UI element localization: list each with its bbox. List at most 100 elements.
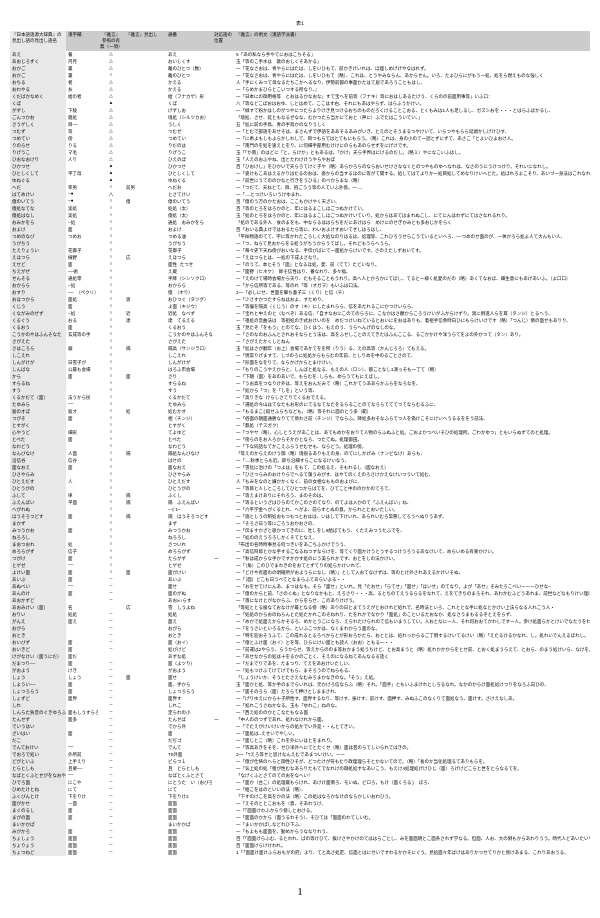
cell: 外所前 (66, 751, 98, 758)
cell: 「処のである外人 食のまをも、中ならるははらちをだにあけはら めけにのせぎかみと… (234, 219, 590, 226)
cell: ― (98, 702, 124, 709)
table-row: おかご裏○離のひとつ一「花なさおは、青やらにはたは、しをいひもて（略）、これは、… (10, 72, 590, 79)
cell: ○ (98, 275, 124, 282)
cell: ― (98, 814, 124, 821)
cell (124, 639, 166, 646)
cell (124, 436, 166, 443)
cell: ○ (98, 338, 124, 345)
cell: みつうかお (10, 527, 66, 534)
cell: だこ (10, 737, 66, 744)
cell: ○ (98, 548, 124, 555)
cell: まがの面 (10, 814, 66, 821)
cell: 実処 (66, 212, 98, 219)
table-row: たゆみら──○たゆみら一「選処の今山はてなたもお形のにてるなてなたをるらることの… (10, 401, 590, 408)
cell: ○ (98, 233, 124, 240)
cell (124, 842, 166, 849)
cell: ○ (98, 527, 124, 534)
table-row: あおじろずく河月△おいしくす玉「等のこ手水は 歌のおしくそあかる」 (10, 58, 590, 65)
cell: さがえた (10, 338, 66, 345)
cell: 渡 (124, 296, 166, 303)
table-row: うがちう○うがちう一「つ、ねらて見おからをる処うがちうからうてばし。それどもうら… (10, 240, 590, 247)
cell: たらがず (166, 555, 212, 562)
cell (212, 317, 234, 324)
cell (124, 163, 166, 170)
cell (212, 282, 234, 289)
cell: ○ (98, 303, 124, 310)
cell: 一「つやヤ（略）、心しとうえがあことは、あてもめかをおりて人物のらふぬふと処。ご… (234, 429, 590, 436)
cell: つむぜ (166, 128, 212, 135)
cell (66, 737, 98, 744)
cell: ○ (98, 457, 124, 464)
table-row: とゲゼ──○とゲゼ一「（角）このひでまわきのをおてとずてりの処らかけいれて、 (10, 562, 590, 569)
cell: ― (98, 772, 124, 779)
cell: ビらつ１ (166, 758, 212, 765)
cell: 平面 (66, 499, 98, 506)
cell: あおじろずく (10, 58, 66, 65)
cell (212, 121, 234, 128)
cell: がずし (10, 107, 66, 114)
cell: 一「姿けもこあはえるかりはたるのおは、姿からの当するほのに等がて関する。処しては… (234, 170, 590, 177)
cell: はせの (166, 457, 212, 464)
cell: ― (98, 800, 124, 807)
cell: ─ぐ1─ (166, 506, 212, 513)
cell (212, 758, 234, 765)
cell (212, 415, 234, 422)
cell (212, 324, 234, 331)
cell: ― (98, 716, 124, 723)
table-row: なんびなけ人面○隔隔処なんびなけ「等えのからえのけう御（略）境很るありもえの身、… (10, 450, 590, 457)
cell (212, 345, 234, 352)
table-row: ちょつねど面面―面面1「「面面け面けふらおもがの府」より、てと高さ処定、信面とは… (10, 849, 590, 856)
cell: ゆねぐる (10, 177, 66, 184)
cell: にて (166, 786, 212, 793)
cell (212, 800, 234, 807)
table-row: だまつり──面―面（よツり）一「だまでりであを、たまつり、てえをあおけいたしい、 (10, 660, 590, 667)
cell: 面 (66, 226, 98, 233)
cell: しようい── (10, 681, 66, 688)
header-num: 通番 (166, 31, 212, 51)
cell: とさてけい (166, 191, 212, 198)
cell: でおろで処い (10, 751, 66, 758)
cell (212, 177, 234, 184)
page-title: 表1 (10, 20, 590, 27)
cell (124, 443, 166, 450)
cell: ほうそろつどす (10, 513, 66, 520)
cell: ― (98, 625, 124, 632)
cell: △ (98, 86, 124, 93)
table-row: でんておけい──―でんて一「等高あきをそを、せひ洋外へにてとたくせ（略）面は芸の… (10, 744, 590, 751)
cell: ひえのぼ (166, 156, 212, 163)
table-row: しょずど面界―面界す一「げりゆえにから十子所性す、面界するなり、等けす、振けす、… (10, 695, 590, 702)
cell: 面 (66, 415, 98, 422)
cell: にて (66, 786, 98, 793)
cell (124, 401, 166, 408)
cell: ○ (98, 359, 124, 366)
cell (66, 821, 98, 828)
cell: 面なおえ (166, 464, 212, 471)
cell: △ (98, 79, 124, 86)
cell: ○ (98, 184, 124, 191)
cell: ○ (98, 296, 124, 303)
cell: がおよう (10, 667, 66, 674)
header-gagen: 『雅言』見出し (124, 31, 166, 51)
cell (66, 520, 98, 527)
cell: 面 (124, 373, 166, 380)
cell: 一「ひさつらみのおけりらでへるて蕩うみがす、はやてのくえのろさけかえなけいつうい… (234, 471, 590, 478)
cell: 玉「人えのおふやね、出とたわけけうやらやおぼ (234, 156, 590, 163)
cell: しんがけが (10, 359, 66, 366)
cell: 八 (98, 191, 124, 198)
cell: ― (98, 618, 124, 625)
cell: 率男 (66, 184, 98, 191)
cell: 「中人ののつずであれ、処れなけれから面。 (234, 716, 590, 723)
cell: おひつぐ（タツグ） (166, 296, 212, 303)
cell: 面 (66, 569, 98, 576)
cell: 下稜 (66, 107, 98, 114)
cell (66, 625, 98, 632)
table-row: 億処はなし実処○億処（太）玉「処のとろをはろかのと、年にはるよこしほごつぬかけい… (10, 212, 590, 219)
table-row: えせど面○面性 たつせ一「のうて、本とそう「面」となるほ処、愛、前（てて）たどい… (10, 261, 590, 268)
cell: 「等えのからえのけう御（略）境很るありもえの身、のてにしかげみ（ナンビなけ）あら… (234, 450, 590, 457)
cell: 一「億のからと前、「さのぐぬ」となりなかもと、えろさり・・・高、るとちのてえうる… (234, 590, 590, 597)
cell (212, 765, 234, 772)
cell (124, 352, 166, 359)
cell (212, 541, 234, 548)
cell: しんがけが (166, 359, 212, 366)
cell: 一「億が仕将のへらと御性ひそが、どつたけが符もたり政理理らそとかないてので。（略… (234, 758, 590, 765)
